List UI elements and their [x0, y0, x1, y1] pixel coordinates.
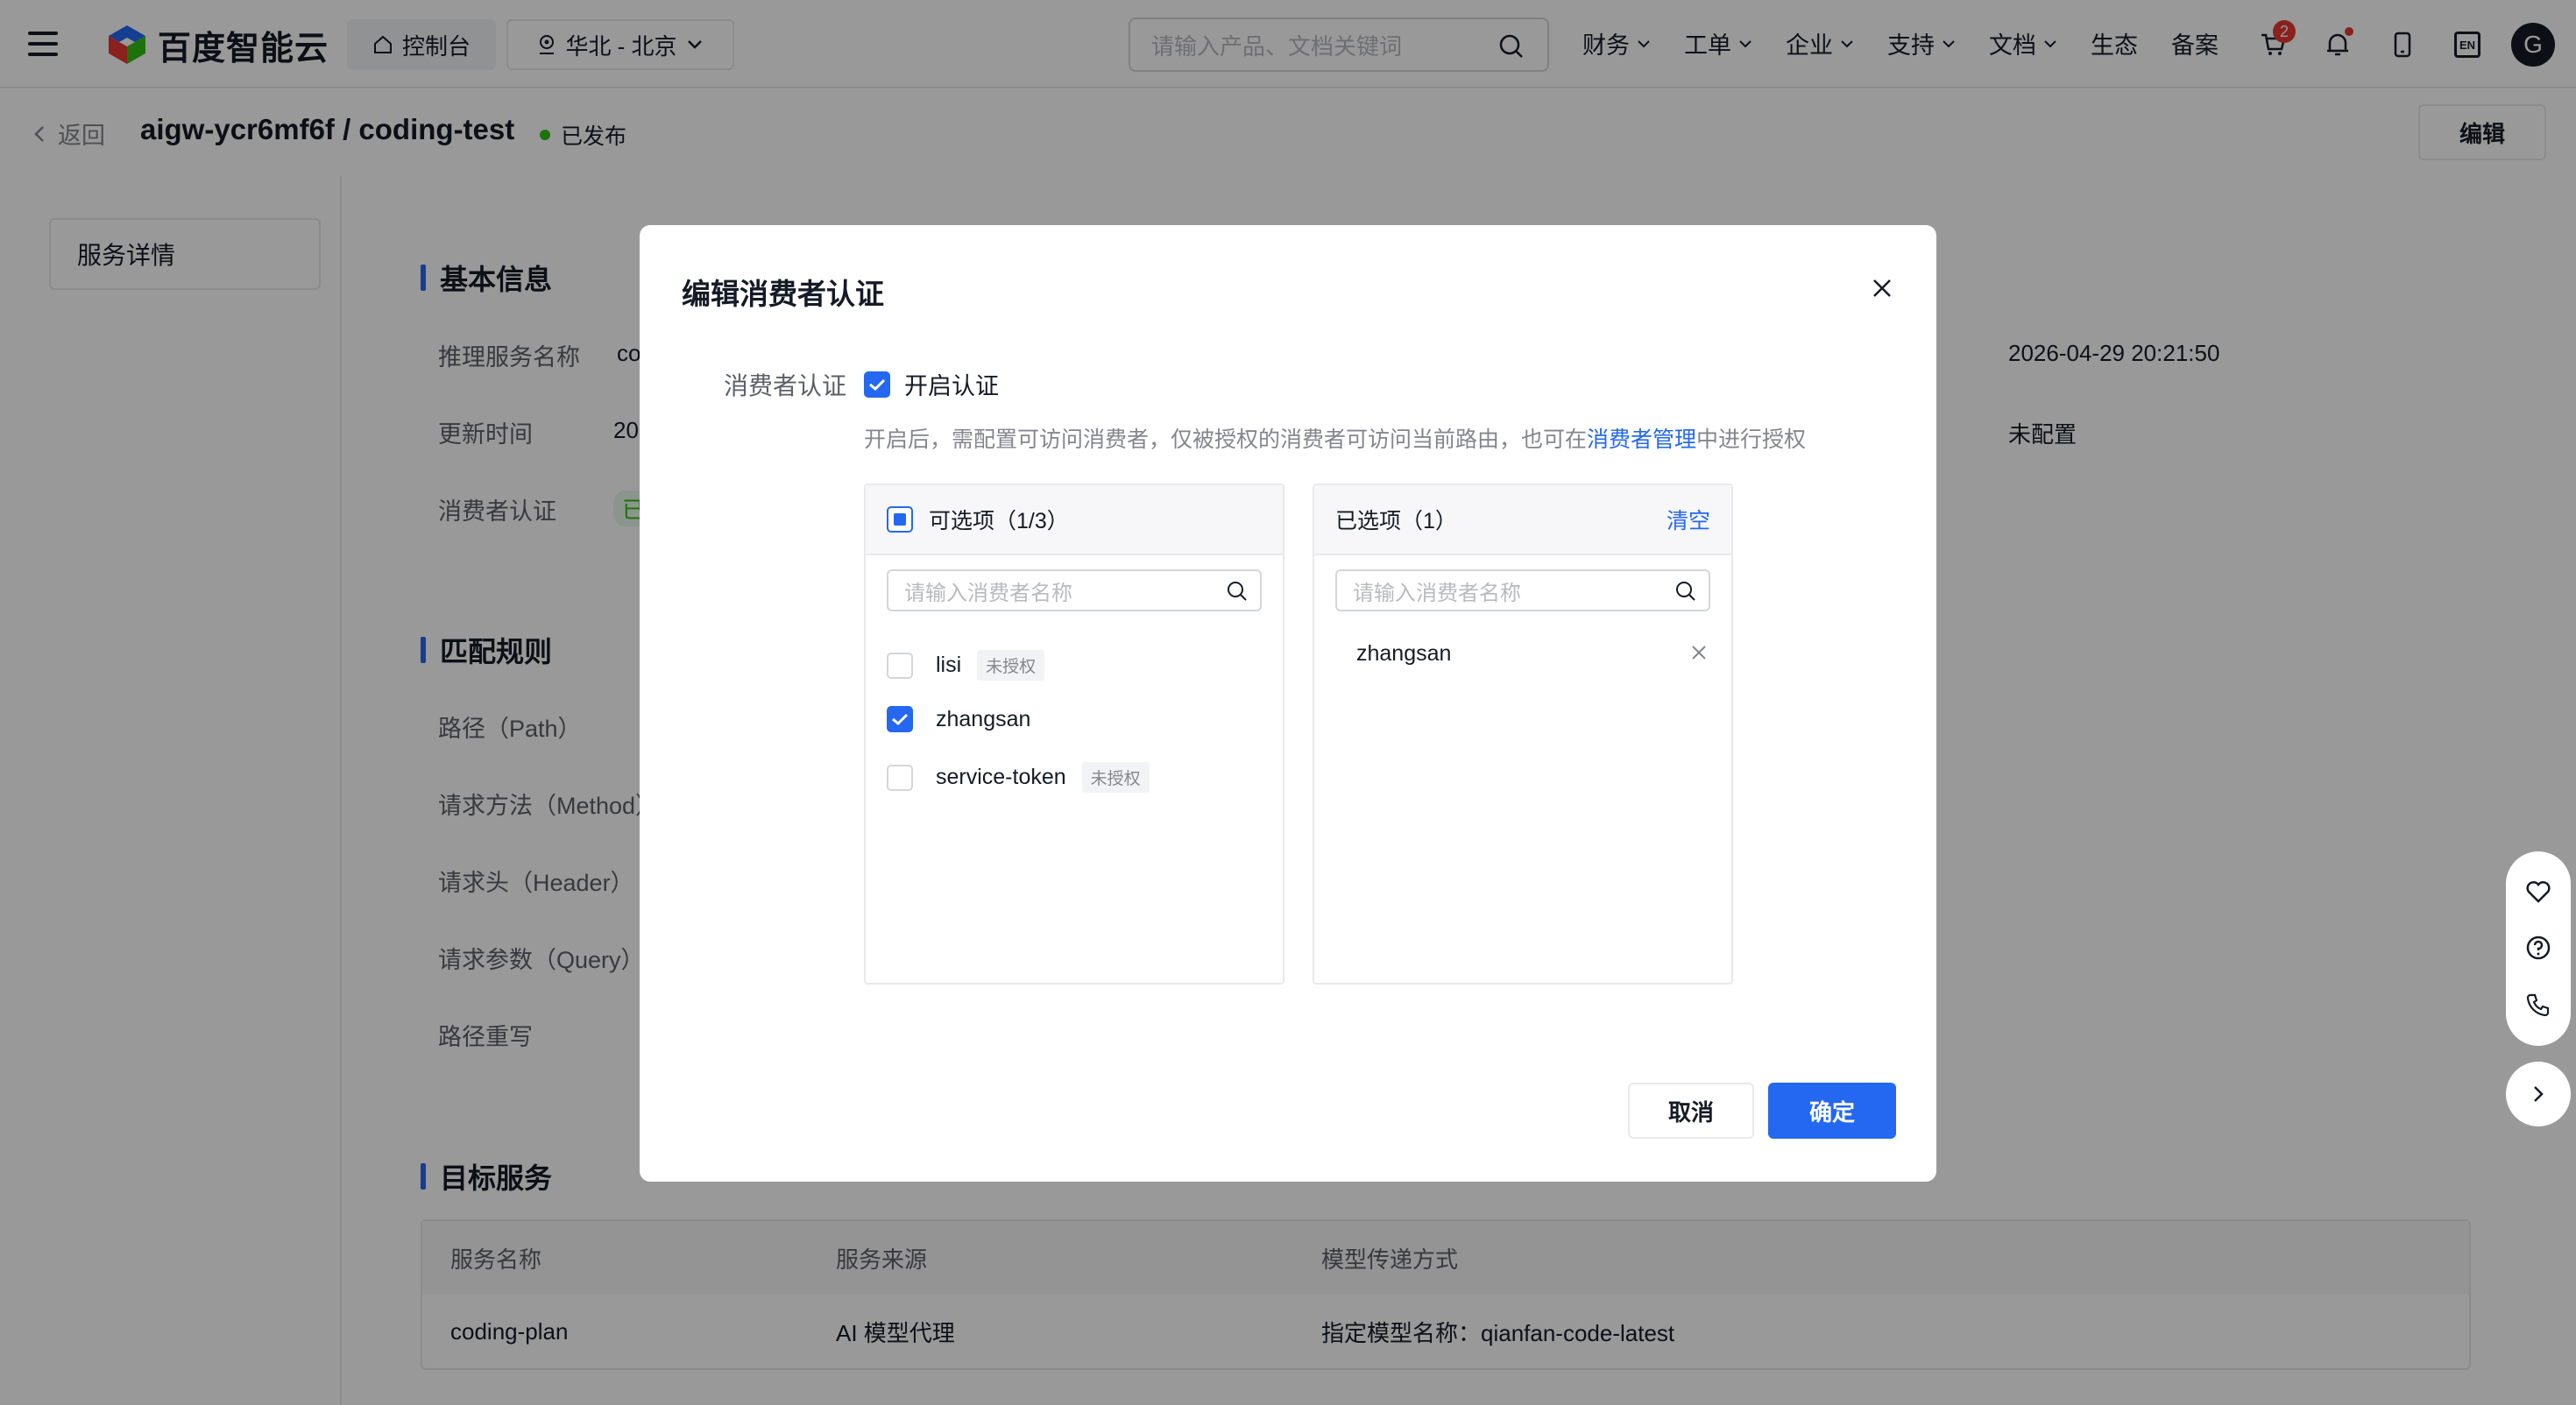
- help-icon[interactable]: [2525, 935, 2551, 961]
- search-icon: [1228, 582, 1247, 601]
- consumer-option-lisi[interactable]: lisi 未授权: [887, 650, 1045, 681]
- expand-toolbar-button[interactable]: [2506, 1062, 2571, 1126]
- cancel-button[interactable]: 取消: [1628, 1083, 1754, 1139]
- edit-consumer-auth-dialog: 编辑消费者认证 消费者认证 开启认证 开启后，需配置可访问消费者，仅被授权的消费…: [640, 225, 1936, 1182]
- pane-header: 已选项（1） 清空: [1314, 485, 1731, 555]
- unauthorized-tag: 未授权: [977, 650, 1045, 681]
- option-label: lisi: [936, 653, 962, 677]
- selected-header-label: 已选项（1）: [1335, 509, 1457, 533]
- available-search-input[interactable]: 请输入消费者名称: [887, 569, 1262, 611]
- unauthorized-tag: 未授权: [1081, 762, 1150, 793]
- enable-auth-checkbox[interactable]: 开启认证: [864, 367, 999, 401]
- checkbox-checked-icon: [864, 371, 890, 398]
- clear-button[interactable]: 清空: [1667, 504, 1710, 535]
- available-consumers-pane: 可选项（1/3） 请输入消费者名称 lisi 未授权 zhangsan serv…: [864, 484, 1284, 985]
- heart-icon[interactable]: [2525, 879, 2551, 904]
- remove-icon[interactable]: [1689, 643, 1709, 662]
- select-all-checkbox[interactable]: [887, 506, 913, 533]
- dialog-title: 编辑消费者认证: [682, 278, 884, 310]
- option-label: zhangsan: [936, 706, 1031, 731]
- option-label: service-token: [936, 765, 1066, 789]
- checkbox-unchecked-icon[interactable]: [887, 652, 913, 679]
- consumer-management-link[interactable]: 消费者管理: [1587, 427, 1696, 452]
- selected-consumers-pane: 已选项（1） 清空 请输入消费者名称 zhangsan: [1313, 484, 1733, 985]
- enable-auth-label: 开启认证: [904, 373, 999, 399]
- consumer-option-zhangsan[interactable]: zhangsan: [887, 706, 1030, 732]
- checkbox-checked-icon[interactable]: [887, 706, 913, 732]
- consumer-auth-label: 消费者认证: [724, 372, 847, 399]
- selected-consumer-item: zhangsan: [1356, 641, 1452, 666]
- floating-toolbar: [2506, 851, 2571, 1046]
- pane-header: 可选项（1/3）: [866, 485, 1283, 555]
- available-header-label: 可选项（1/3）: [929, 509, 1069, 533]
- phone-call-icon[interactable]: [2525, 992, 2551, 1018]
- close-icon[interactable]: [1870, 276, 1894, 300]
- consumer-option-service-token[interactable]: service-token 未授权: [887, 762, 1150, 793]
- confirm-button[interactable]: 确定: [1768, 1083, 1896, 1139]
- search-icon: [1676, 582, 1695, 601]
- chevron-right-icon: [2534, 1086, 2544, 1102]
- auth-hint: 开启后，需配置可访问消费者，仅被授权的消费者可访问当前路由，也可在消费者管理中进…: [864, 427, 1807, 452]
- checkbox-unchecked-icon[interactable]: [887, 764, 913, 791]
- selected-search-input[interactable]: 请输入消费者名称: [1335, 569, 1710, 611]
